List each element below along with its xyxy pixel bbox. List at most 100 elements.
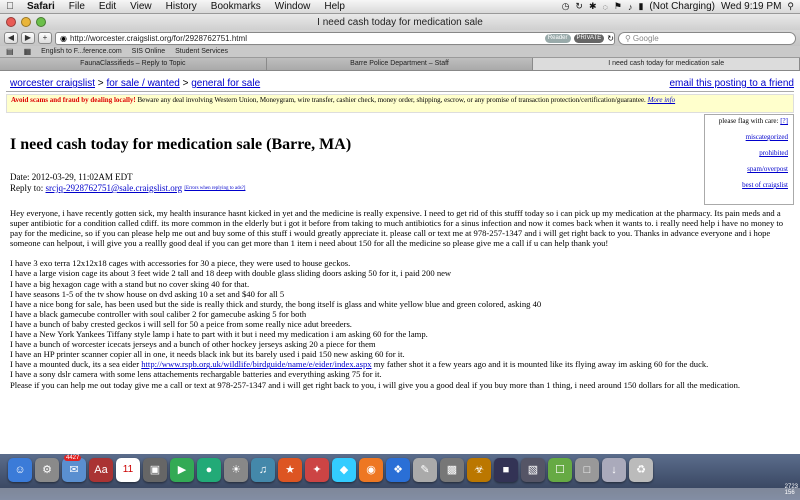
dock-shelf xyxy=(0,488,800,500)
bookmark-item[interactable]: SIS Online xyxy=(132,48,165,55)
crumb-sep: > xyxy=(179,78,192,89)
crumb-category-link[interactable]: general for sale xyxy=(191,78,260,89)
list-item: I have a sony dslr camera with some lens… xyxy=(10,369,382,380)
flag-icon[interactable]: ⚑ xyxy=(614,1,622,12)
crumb-section-link[interactable]: for sale / wanted xyxy=(106,78,179,89)
list-item: I have a black gamecube controller with … xyxy=(10,308,307,319)
flag-help-link[interactable]: [?] xyxy=(780,117,788,125)
address-input[interactable]: http://worcester.craigslist.org/for/2928… xyxy=(70,34,542,43)
spotlight-icon[interactable]: ⚲ xyxy=(787,1,794,12)
flag-header-text: please flag with care: xyxy=(718,117,779,125)
menu-edit[interactable]: Edit xyxy=(92,1,123,12)
app-icon[interactable]: ▧ xyxy=(521,458,545,482)
reply-errors-link[interactable]: [Errors when replying to ads?] xyxy=(184,186,245,191)
reply-email-link[interactable]: srcjq-2928762751@sale.craigslist.org xyxy=(46,183,183,193)
volume-icon[interactable]: ♪ xyxy=(628,2,633,12)
forward-button[interactable]: ▶ xyxy=(21,32,35,44)
preview-icon[interactable]: ▣ xyxy=(143,458,167,482)
window-title: I need cash today for medication sale xyxy=(317,16,483,28)
mail-icon[interactable]: ✉ xyxy=(62,458,86,482)
private-badge[interactable]: PRIVATE xyxy=(573,33,605,43)
battery-status[interactable]: (Not Charging) xyxy=(649,1,715,12)
add-bookmark-button[interactable]: + xyxy=(38,32,52,44)
trash-icon[interactable]: ♻ xyxy=(629,458,653,482)
email-posting-link[interactable]: email this posting to a friend xyxy=(669,78,794,89)
reading-list-icon[interactable]: ▤ xyxy=(6,47,14,56)
menu-window[interactable]: Window xyxy=(268,1,318,12)
duck-prefix: I have a mounted duck, its a sea eider xyxy=(10,359,142,370)
reload-icon[interactable]: ↻ xyxy=(607,34,614,43)
mail-badge: 4427 xyxy=(64,455,82,461)
app-icon[interactable]: ☐ xyxy=(548,458,572,482)
bookmarks-bar: ▤ ▦ English to F...ference.com SIS Onlin… xyxy=(0,46,800,58)
photo-icon[interactable]: ☀ xyxy=(224,458,248,482)
posting-closing: Please if you can help me out today give… xyxy=(10,379,741,390)
close-window-button[interactable] xyxy=(6,17,16,27)
warning-text: Beware any deal involving Western Union,… xyxy=(135,96,646,104)
battery-icon[interactable]: ▮ xyxy=(638,1,643,12)
app-icon[interactable]: ✦ xyxy=(305,458,329,482)
reply-prefix: Reply to: xyxy=(10,183,46,193)
tab-barre-police[interactable]: Barre Police Department – Staff xyxy=(266,58,534,70)
wifi-icon[interactable]: ◌ xyxy=(603,2,608,12)
menubar-clock[interactable]: Wed 9:19 PM xyxy=(721,1,781,12)
bookmark-item[interactable]: English to F...ference.com xyxy=(41,48,122,55)
menu-help[interactable]: Help xyxy=(317,1,352,12)
back-button[interactable]: ◀ xyxy=(4,32,18,44)
reply-line: Reply to: srcjq-2928762751@sale.craigsli… xyxy=(10,183,245,194)
flag-spam-link[interactable]: spam/overpost xyxy=(710,165,788,173)
app-icon[interactable]: ■ xyxy=(494,458,518,482)
posting-body: Hey everyone, i have recently gotten sic… xyxy=(10,208,792,390)
flag-prohibited-link[interactable]: prohibited xyxy=(710,149,788,157)
menu-file[interactable]: File xyxy=(62,1,92,12)
tab-fauna[interactable]: FaunaClassifieds – Reply to Topic xyxy=(0,58,267,70)
tab-bar: FaunaClassifieds – Reply to Topic Barre … xyxy=(0,58,800,71)
app-icon[interactable]: ▩ xyxy=(440,458,464,482)
zoom-window-button[interactable] xyxy=(36,17,46,27)
finder-icon[interactable]: ☺ xyxy=(8,458,32,482)
folder-icon[interactable]: □ xyxy=(575,458,599,482)
menu-history[interactable]: History xyxy=(159,1,204,12)
calendar-icon[interactable]: 11 xyxy=(116,458,140,482)
app-icon[interactable]: ◆ xyxy=(332,458,356,482)
firefox-icon[interactable]: ◉ xyxy=(359,458,383,482)
posting-date: Date: 2012-03-29, 11:02AM EDT xyxy=(10,172,133,182)
tab-craigslist[interactable]: I need cash today for medication sale xyxy=(533,58,800,70)
system-icon[interactable]: ⚙ xyxy=(35,458,59,482)
app-icon[interactable]: ★ xyxy=(278,458,302,482)
list-item: I have a big hexagon cage with a stand b… xyxy=(10,278,250,289)
facetime-icon[interactable]: ▶ xyxy=(170,458,194,482)
safari-icon[interactable]: ❖ xyxy=(386,458,410,482)
menu-view[interactable]: View xyxy=(123,1,159,12)
bookmark-item[interactable]: Student Services xyxy=(175,48,228,55)
app-icon[interactable]: ☣ xyxy=(467,458,491,482)
sync-icon[interactable]: ↻ xyxy=(575,1,583,12)
list-item: I have a New York Yankees Tiffany style … xyxy=(10,329,428,340)
posting-intro: Hey everyone, i have recently gotten sic… xyxy=(10,208,784,249)
flag-best-of-link[interactable]: best of craigslist xyxy=(710,181,788,189)
minimize-window-button[interactable] xyxy=(21,17,31,27)
flag-miscategorized-link[interactable]: miscategorized xyxy=(710,133,788,141)
menu-bookmarks[interactable]: Bookmarks xyxy=(204,1,268,12)
time-machine-icon[interactable]: ◷ xyxy=(562,1,570,12)
menu-app[interactable]: Safari xyxy=(20,1,62,12)
eider-link[interactable]: http://www.rspb.org.uk/wildlife/birdguid… xyxy=(141,359,371,369)
top-sites-icon[interactable]: ▦ xyxy=(24,47,32,56)
dictionary-icon[interactable]: Aa xyxy=(89,458,113,482)
list-item: I have a nice bong for sale, has been us… xyxy=(10,298,542,309)
itunes-icon[interactable]: ♫ xyxy=(251,458,275,482)
address-bar[interactable]: ◉ http://worcester.craigslist.org/for/29… xyxy=(55,31,615,45)
flag-header: please flag with care: [?] xyxy=(710,117,788,125)
posting-meta: Date: 2012-03-29, 11:02AM EDT Reply to: … xyxy=(10,172,245,194)
app-icon[interactable]: ✎ xyxy=(413,458,437,482)
search-field[interactable]: ⚲ Google xyxy=(618,31,796,45)
scam-warning: Avoid scams and fraud by dealing locally… xyxy=(6,94,794,113)
more-info-link[interactable]: More info xyxy=(648,96,676,104)
list-item: I have seasons 1-5 of the tv show house … xyxy=(10,288,285,299)
bluetooth-icon[interactable]: ✱ xyxy=(589,1,597,12)
messages-icon[interactable]: ● xyxy=(197,458,221,482)
downloads-icon[interactable]: ↓ xyxy=(602,458,626,482)
crumb-site-link[interactable]: worcester craigslist xyxy=(10,78,95,89)
reader-button[interactable]: Reader xyxy=(544,33,571,43)
apple-icon[interactable]:  xyxy=(0,1,20,12)
